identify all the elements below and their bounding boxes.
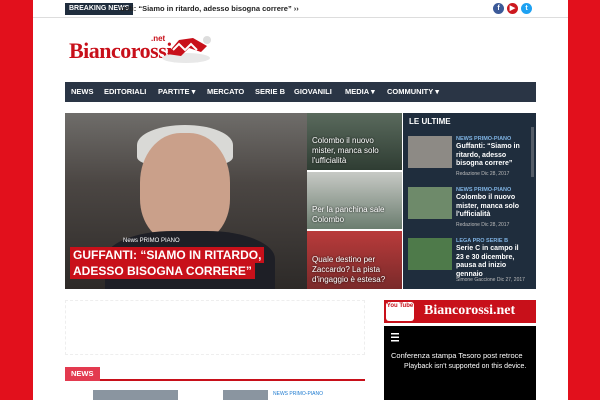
mini-article-3[interactable]: Quale destino per Zaccardo? La pista d'i… [307, 231, 402, 289]
latest-thumbnail [408, 187, 452, 219]
youtube-logo-icon: You Tube [386, 302, 414, 321]
youtube-icon[interactable]: ▶ [507, 3, 518, 14]
nav-editoriali[interactable]: EDITORIALI [104, 82, 146, 102]
news-thumbnail[interactable] [223, 390, 268, 400]
mini-article-caption: Colombo il nuovo mister, manca solo l'uf… [312, 136, 379, 165]
nav-media[interactable]: MEDIA ▾ [345, 82, 375, 102]
twitter-icon[interactable]: t [521, 3, 532, 14]
hero-category[interactable]: News PRIMO PIANO [123, 238, 180, 244]
latest-date: Simone Gaccione Dic 27, 2017 [456, 277, 525, 283]
news-section-tab[interactable]: NEWS [65, 367, 100, 381]
latest-thumbnail [408, 136, 452, 168]
latest-sidebar: LE ULTIME NEWS PRIMO-PIANO Guffanti: “Si… [403, 113, 536, 289]
facebook-icon[interactable]: f [493, 3, 504, 14]
main-nav: NEWS EDITORIALI PARTITE ▾ MERCATO SERIE … [65, 82, 536, 102]
latest-category[interactable]: LEGA PRO SERIE B [456, 238, 508, 244]
mini-article-caption: Per la panchina sale Colombo [312, 205, 385, 224]
latest-date: Redazione Dic 28, 2017 [456, 222, 510, 228]
sidebar-title: LE ULTIME [409, 117, 451, 126]
youtube-channel-name: Biancorossi.net [424, 303, 516, 318]
latest-title[interactable]: Colombo il nuovo mister, manca solo l'uf… [456, 194, 528, 220]
video-list-icon [391, 333, 399, 342]
nav-partite[interactable]: PARTITE ▾ [158, 82, 195, 102]
hero-title-text: GUFFANTI: “SIAMO IN RITARDO, ADESSO BISO… [70, 247, 265, 279]
mini-article-2[interactable]: Per la panchina sale Colombo [307, 172, 402, 229]
nav-news[interactable]: NEWS [71, 82, 94, 102]
nav-mercato[interactable]: MERCATO [207, 82, 244, 102]
ad-placeholder [65, 300, 365, 355]
hero-image-face [140, 133, 230, 243]
hero-title[interactable]: GUFFANTI: “SIAMO IN RITARDO, ADESSO BISO… [70, 247, 302, 279]
page: BREAKING NEWS unti: “Siamo in ritardo, a… [33, 0, 568, 400]
news-thumbnail[interactable] [93, 390, 178, 400]
latest-title[interactable]: Serie C in campo il 23 e 30 dicembre, pa… [456, 245, 528, 279]
video-playback-message: Playback isn't supported on this device. [404, 363, 527, 370]
mini-article-1[interactable]: Colombo il nuovo mister, manca solo l'uf… [307, 113, 402, 170]
latest-item[interactable]: LEGA PRO SERIE B Serie C in campo il 23 … [408, 238, 533, 286]
site-logo[interactable]: Biancorossi .net [69, 32, 211, 68]
latest-date: Redazione Dic 28, 2017 [456, 171, 510, 177]
video-title[interactable]: Conferenza stampa Tesoro post retroce [391, 351, 523, 360]
nav-serie-b[interactable]: SERIE B [255, 82, 285, 102]
latest-category[interactable]: NEWS PRIMO-PIANO [456, 136, 511, 142]
latest-category[interactable]: NEWS PRIMO-PIANO [456, 187, 511, 193]
latest-thumbnail [408, 238, 452, 270]
nav-community[interactable]: COMMUNITY ▾ [387, 82, 439, 102]
logo-player-icon [162, 36, 211, 63]
latest-title[interactable]: Guffanti: “Siamo in ritardo, adesso biso… [456, 143, 528, 169]
breaking-news-ticker[interactable]: unti: “Siamo in ritardo, adesso bisogna … [120, 3, 300, 15]
news-category[interactable]: NEWS PRIMO-PIANO [273, 391, 323, 397]
nav-giovanili[interactable]: GIOVANILI [294, 82, 332, 102]
mini-article-caption: Quale destino per Zaccardo? La pista d'i… [312, 255, 386, 284]
news-section-header: NEWS [65, 367, 365, 381]
video-player[interactable]: Conferenza stampa Tesoro post retroce Pl… [384, 326, 536, 400]
top-bar: BREAKING NEWS unti: “Siamo in ritardo, a… [33, 0, 568, 18]
sidebar-scrollbar[interactable] [531, 127, 534, 177]
latest-item[interactable]: NEWS PRIMO-PIANO Guffanti: “Siamo in rit… [408, 136, 533, 184]
latest-item[interactable]: NEWS PRIMO-PIANO Colombo il nuovo mister… [408, 187, 533, 235]
youtube-banner[interactable]: You Tube Biancorossi.net [384, 300, 536, 323]
